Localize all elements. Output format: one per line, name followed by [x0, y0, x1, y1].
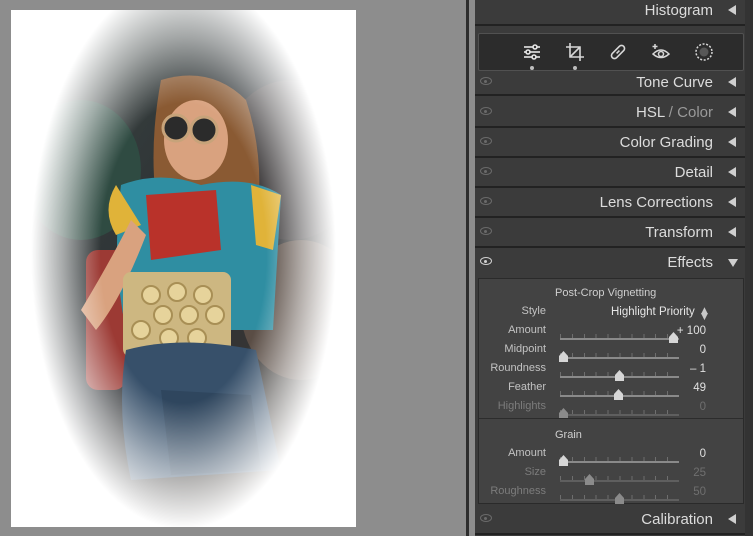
slider-value[interactable]: 50 — [654, 486, 706, 498]
panel-scrollbar[interactable] — [745, 0, 753, 536]
tone-curve-header[interactable]: Tone Curve — [475, 71, 745, 96]
slider-thumb[interactable] — [559, 351, 569, 362]
slider-track[interactable] — [560, 414, 679, 416]
slider-thumb[interactable] — [615, 493, 624, 504]
slider-track[interactable] — [560, 480, 679, 482]
active-dot — [530, 66, 534, 70]
color-grading-header[interactable]: Color Grading — [475, 128, 745, 158]
hsl-label: HSL — [636, 104, 665, 121]
lens-corrections-header[interactable]: Lens Corrections — [475, 188, 745, 218]
red-eye-icon[interactable] — [651, 42, 671, 62]
color-label: Color — [677, 104, 713, 121]
up-down-arrows-icon[interactable]: ▲ ▼ — [701, 307, 708, 322]
slider-track[interactable] — [560, 461, 679, 463]
calibration-header[interactable]: Calibration — [475, 505, 745, 535]
eye-icon[interactable] — [480, 257, 492, 265]
transform-header[interactable]: Transform — [475, 218, 745, 248]
slider-value[interactable]: 0 — [654, 448, 706, 460]
slider-label: Midpoint — [504, 343, 546, 355]
eye-icon[interactable] — [480, 107, 492, 115]
sliders-icon[interactable] — [522, 42, 542, 70]
collapse-triangle-icon[interactable] — [728, 137, 736, 147]
hsl-title: HSL / Color — [636, 104, 713, 121]
slider-thumb[interactable] — [559, 455, 569, 466]
eye-icon[interactable] — [480, 137, 492, 145]
slider-track[interactable] — [560, 338, 679, 340]
slider-value[interactable]: + 100 — [654, 325, 706, 337]
effects-title: Effects — [667, 254, 713, 271]
slider-value[interactable]: 25 — [654, 467, 706, 479]
effects-section: Post-Crop Vignetting Style Highlight Pri… — [478, 278, 744, 504]
eye-icon[interactable] — [480, 227, 492, 235]
collapse-triangle-icon[interactable] — [728, 514, 736, 524]
vignette-overlay — [11, 10, 356, 527]
slider-track[interactable] — [560, 357, 679, 359]
slider-thumb[interactable] — [615, 370, 624, 381]
crop-icon[interactable] — [565, 42, 585, 70]
slider-label: Roundness — [490, 362, 546, 374]
slider-label: Highlights — [497, 400, 546, 412]
collapse-triangle-icon[interactable] — [728, 197, 736, 207]
collapse-triangle-icon[interactable] — [728, 5, 736, 15]
slider-label: Amount — [508, 324, 546, 336]
develop-panel: Histogram Tone Curve HSL / Color Color G… — [475, 0, 753, 536]
lens-corrections-title: Lens Corrections — [599, 194, 713, 211]
slider-thumb[interactable] — [613, 389, 623, 400]
eye-icon[interactable] — [480, 167, 492, 175]
slider-label: Roughness — [490, 485, 546, 497]
collapse-triangle-icon[interactable] — [728, 107, 736, 117]
masking-icon[interactable] — [694, 42, 714, 62]
slider-thumb[interactable] — [585, 474, 595, 485]
slider-value[interactable]: – 1 — [654, 363, 706, 375]
histogram-title: Histogram — [644, 2, 713, 19]
vignetting-title: Post-Crop Vignetting — [555, 287, 657, 299]
color-grading-title: Color Grading — [619, 134, 713, 151]
expand-triangle-icon[interactable] — [728, 259, 738, 267]
slider-value[interactable]: 0 — [654, 344, 706, 356]
slider-label: Size — [524, 466, 546, 478]
calibration-title: Calibration — [641, 511, 713, 528]
hsl-separator: / — [664, 104, 678, 121]
tone-curve-title: Tone Curve — [636, 74, 713, 91]
tool-strip — [478, 33, 744, 71]
slider-label: Feather — [508, 381, 546, 393]
photo-canvas[interactable] — [11, 10, 356, 527]
style-label: Style — [521, 305, 546, 317]
collapse-triangle-icon[interactable] — [728, 227, 736, 237]
histogram-header[interactable]: Histogram — [475, 0, 745, 26]
grain-title: Grain — [555, 429, 582, 441]
slider-label: Amount — [508, 447, 546, 459]
detail-title: Detail — [674, 164, 713, 181]
eye-icon[interactable] — [480, 197, 492, 205]
eye-icon[interactable] — [480, 514, 492, 522]
detail-header[interactable]: Detail — [475, 158, 745, 188]
slider-value[interactable]: 49 — [654, 382, 706, 394]
collapse-triangle-icon[interactable] — [728, 77, 736, 87]
hsl-header[interactable]: HSL / Color — [475, 98, 745, 128]
slider-value[interactable]: 0 — [654, 401, 706, 413]
style-dropdown[interactable]: Highlight Priority — [611, 306, 695, 318]
healing-icon[interactable] — [608, 42, 628, 62]
collapse-triangle-icon[interactable] — [728, 167, 736, 177]
transform-title: Transform — [645, 224, 713, 241]
section-divider — [479, 418, 743, 419]
effects-header[interactable]: Effects — [475, 248, 745, 278]
eye-icon[interactable] — [480, 77, 492, 85]
active-dot — [573, 66, 577, 70]
